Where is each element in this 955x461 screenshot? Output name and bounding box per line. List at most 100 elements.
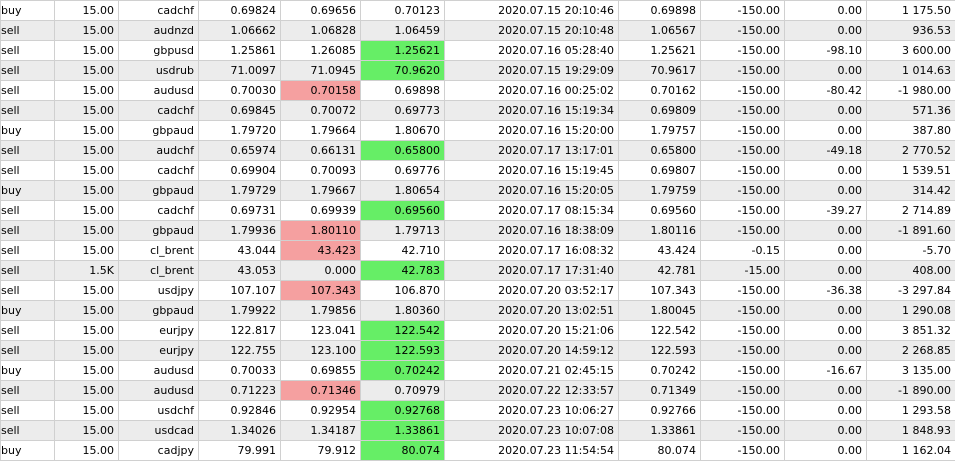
volume-cell: 15.00 xyxy=(55,1,119,21)
order-type-cell: sell xyxy=(1,141,55,161)
volume-cell: 15.00 xyxy=(55,181,119,201)
close-time-cell: 2020.07.17 17:31:40 xyxy=(445,261,619,281)
close-time-cell: 2020.07.20 15:21:06 xyxy=(445,321,619,341)
stop-loss-cell: 0.71346 xyxy=(281,381,361,401)
close-time-cell: 2020.07.16 15:20:05 xyxy=(445,181,619,201)
table-row[interactable]: sell15.00audnzd1.066621.068281.064592020… xyxy=(1,21,955,41)
table-row[interactable]: buy15.00cadchf0.698240.696560.701232020.… xyxy=(1,1,955,21)
close-price-cell: 0.65800 xyxy=(619,141,701,161)
stop-loss-cell: 1.79856 xyxy=(281,301,361,321)
table-row[interactable]: buy15.00gbpaud1.799221.798561.803602020.… xyxy=(1,301,955,321)
table-row[interactable]: sell15.00gbpaud1.799361.801101.797132020… xyxy=(1,221,955,241)
symbol-cell: eurjpy xyxy=(119,321,199,341)
close-price-cell: 1.80116 xyxy=(619,221,701,241)
open-price-cell: 122.755 xyxy=(199,341,281,361)
volume-cell: 15.00 xyxy=(55,421,119,441)
take-profit-cell: 0.70242 xyxy=(361,361,445,381)
table-row[interactable]: sell15.00usdcad1.340261.341871.338612020… xyxy=(1,421,955,441)
symbol-cell: gbpaud xyxy=(119,181,199,201)
commission-cell: -150.00 xyxy=(701,401,785,421)
stop-loss-cell: 0.70072 xyxy=(281,101,361,121)
take-profit-cell: 70.9620 xyxy=(361,61,445,81)
close-price-cell: 1.79759 xyxy=(619,181,701,201)
commission-cell: -150.00 xyxy=(701,341,785,361)
stop-loss-cell: 1.26085 xyxy=(281,41,361,61)
swap-cell: 0.00 xyxy=(785,181,867,201)
stop-loss-cell: 71.0945 xyxy=(281,61,361,81)
volume-cell: 15.00 xyxy=(55,161,119,181)
table-row[interactable]: sell15.00audusd0.712230.713460.709792020… xyxy=(1,381,955,401)
table-row[interactable]: sell15.00usdrub71.009771.094570.96202020… xyxy=(1,61,955,81)
open-price-cell: 0.70033 xyxy=(199,361,281,381)
close-time-cell: 2020.07.22 12:33:57 xyxy=(445,381,619,401)
table-row[interactable]: sell15.00cadchf0.699040.700930.697762020… xyxy=(1,161,955,181)
take-profit-cell: 1.25621 xyxy=(361,41,445,61)
volume-cell: 15.00 xyxy=(55,301,119,321)
order-type-cell: sell xyxy=(1,161,55,181)
table-row[interactable]: sell1.5Kcl_brent43.0530.00042.7832020.07… xyxy=(1,261,955,281)
stop-loss-cell: 0.000 xyxy=(281,261,361,281)
swap-cell: 0.00 xyxy=(785,121,867,141)
profit-cell: 571.36 xyxy=(867,101,955,121)
close-time-cell: 2020.07.16 00:25:02 xyxy=(445,81,619,101)
table-row[interactable]: sell15.00eurjpy122.817123.041122.5422020… xyxy=(1,321,955,341)
order-type-cell: sell xyxy=(1,321,55,341)
stop-loss-cell: 1.34187 xyxy=(281,421,361,441)
symbol-cell: cl_brent xyxy=(119,241,199,261)
order-type-cell: buy xyxy=(1,361,55,381)
commission-cell: -150.00 xyxy=(701,61,785,81)
commission-cell: -150.00 xyxy=(701,321,785,341)
order-type-cell: sell xyxy=(1,201,55,221)
close-time-cell: 2020.07.23 11:54:54 xyxy=(445,441,619,461)
table-row[interactable]: buy15.00cadjpy79.99179.91280.0742020.07.… xyxy=(1,441,955,461)
table-row[interactable]: sell15.00cadchf0.698450.700720.697732020… xyxy=(1,101,955,121)
take-profit-cell: 0.70123 xyxy=(361,1,445,21)
order-type-cell: sell xyxy=(1,241,55,261)
table-row[interactable]: buy15.00gbpaud1.797201.796641.806702020.… xyxy=(1,121,955,141)
table-row[interactable]: sell15.00usdchf0.928460.929540.927682020… xyxy=(1,401,955,421)
swap-cell: -16.67 xyxy=(785,361,867,381)
trade-rows: buy15.00cadchf0.698240.696560.701232020.… xyxy=(1,1,955,461)
profit-cell: 1 539.51 xyxy=(867,161,955,181)
symbol-cell: usdjpy xyxy=(119,281,199,301)
open-price-cell: 107.107 xyxy=(199,281,281,301)
symbol-cell: audusd xyxy=(119,381,199,401)
order-type-cell: buy xyxy=(1,1,55,21)
symbol-cell: gbpaud xyxy=(119,301,199,321)
table-row[interactable]: sell15.00audchf0.659740.661310.658002020… xyxy=(1,141,955,161)
table-row[interactable]: sell15.00audusd0.700300.701580.698982020… xyxy=(1,81,955,101)
volume-cell: 15.00 xyxy=(55,201,119,221)
symbol-cell: audchf xyxy=(119,141,199,161)
swap-cell: 0.00 xyxy=(785,261,867,281)
table-row[interactable]: sell15.00cl_brent43.04443.42342.7102020.… xyxy=(1,241,955,261)
take-profit-cell: 1.33861 xyxy=(361,421,445,441)
swap-cell: 0.00 xyxy=(785,61,867,81)
table-row[interactable]: buy15.00gbpaud1.797291.796671.806542020.… xyxy=(1,181,955,201)
table-row[interactable]: sell15.00eurjpy122.755123.100122.5932020… xyxy=(1,341,955,361)
trade-history-table: buy15.00cadchf0.698240.696560.701232020.… xyxy=(0,0,955,461)
table-row[interactable]: sell15.00cadchf0.697310.699390.695602020… xyxy=(1,201,955,221)
table-row[interactable]: buy15.00audusd0.700330.698550.702422020.… xyxy=(1,361,955,381)
symbol-cell: cadchf xyxy=(119,161,199,181)
table-row[interactable]: sell15.00gbpusd1.258611.260851.256212020… xyxy=(1,41,955,61)
swap-cell: 0.00 xyxy=(785,401,867,421)
symbol-cell: cadjpy xyxy=(119,441,199,461)
close-price-cell: 0.69807 xyxy=(619,161,701,181)
take-profit-cell: 1.80360 xyxy=(361,301,445,321)
stop-loss-cell: 0.70158 xyxy=(281,81,361,101)
close-time-cell: 2020.07.15 20:10:48 xyxy=(445,21,619,41)
volume-cell: 15.00 xyxy=(55,81,119,101)
stop-loss-cell: 1.79664 xyxy=(281,121,361,141)
open-price-cell: 0.71223 xyxy=(199,381,281,401)
profit-cell: 936.53 xyxy=(867,21,955,41)
volume-cell: 15.00 xyxy=(55,241,119,261)
close-time-cell: 2020.07.20 03:52:17 xyxy=(445,281,619,301)
open-price-cell: 1.06662 xyxy=(199,21,281,41)
close-price-cell: 122.542 xyxy=(619,321,701,341)
table-row[interactable]: sell15.00usdjpy107.107107.343106.8702020… xyxy=(1,281,955,301)
close-time-cell: 2020.07.17 13:17:01 xyxy=(445,141,619,161)
order-type-cell: sell xyxy=(1,21,55,41)
commission-cell: -0.15 xyxy=(701,241,785,261)
order-type-cell: sell xyxy=(1,81,55,101)
order-type-cell: sell xyxy=(1,41,55,61)
